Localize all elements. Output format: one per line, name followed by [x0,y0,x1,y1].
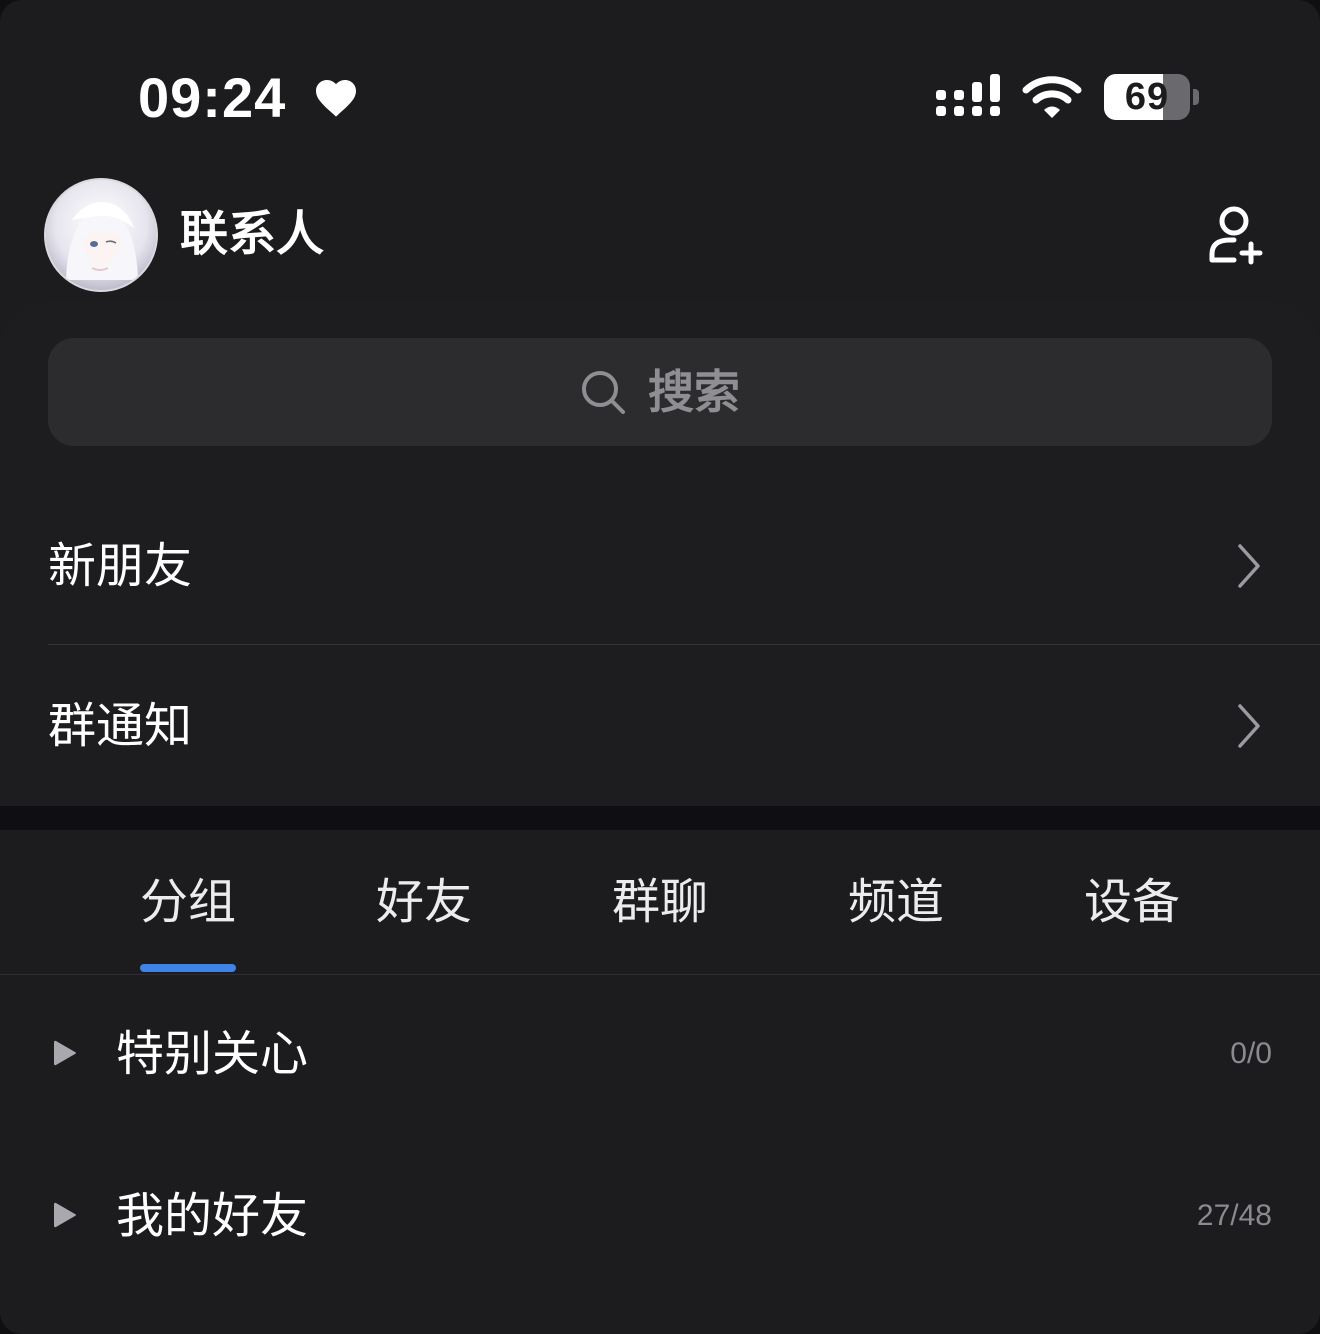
tabs-divider [0,974,1320,975]
avatar-image [46,180,156,290]
menu-item-new-friends[interactable]: 新朋友 [0,486,1320,646]
menu-item-label: 新朋友 [48,538,193,594]
search-placeholder: 搜索 [648,365,740,419]
chevron-right-icon [1238,544,1260,588]
battery-level-text: 69 [1124,76,1170,118]
expand-arrow-icon [54,1040,76,1066]
contacts-tabs: 分组 好友 群聊 频道 设备 [0,830,1320,974]
menu-item-group-notifications[interactable]: 群通知 [0,646,1320,806]
status-time: 09:24 [138,66,287,129]
group-name: 特别关心 [116,1026,309,1082]
avatar[interactable] [44,178,158,292]
active-tab-indicator [140,964,236,972]
add-contact-icon[interactable] [1204,204,1266,266]
group-row-special-care[interactable]: 特别关心 0/0 [0,976,1320,1136]
tab-channels[interactable]: 频道 [778,870,1014,934]
tab-group-chats[interactable]: 群聊 [542,870,778,934]
menu-item-label: 群通知 [48,698,193,754]
tab-groups[interactable]: 分组 [70,870,306,934]
heart-icon [316,80,356,117]
wifi-icon [1022,76,1082,118]
tab-devices[interactable]: 设备 [1014,870,1250,934]
contacts-screen: 09:24 69 联系人 搜索 新朋友 群通知 分组 好友 群聊 频道 设备 特… [0,0,1320,1334]
section-separator [0,806,1320,830]
battery-body: 69 [1104,74,1190,120]
group-row-my-friends[interactable]: 我的好友 27/48 [0,1138,1320,1298]
tab-friends[interactable]: 好友 [306,870,542,934]
search-input[interactable]: 搜索 [48,338,1272,446]
search-content: 搜索 [48,338,1272,446]
battery-cap [1193,89,1199,105]
menu-divider [48,644,1320,645]
group-count: 0/0 [1230,1037,1272,1070]
group-name: 我的好友 [116,1188,309,1244]
chevron-right-icon [1238,704,1260,748]
signal-icon [936,74,1000,116]
group-count: 27/48 [1196,1199,1272,1232]
battery-icon: 69 [1104,74,1200,120]
expand-arrow-icon [54,1202,76,1228]
search-icon [582,371,625,414]
page-title: 联系人 [180,206,325,262]
